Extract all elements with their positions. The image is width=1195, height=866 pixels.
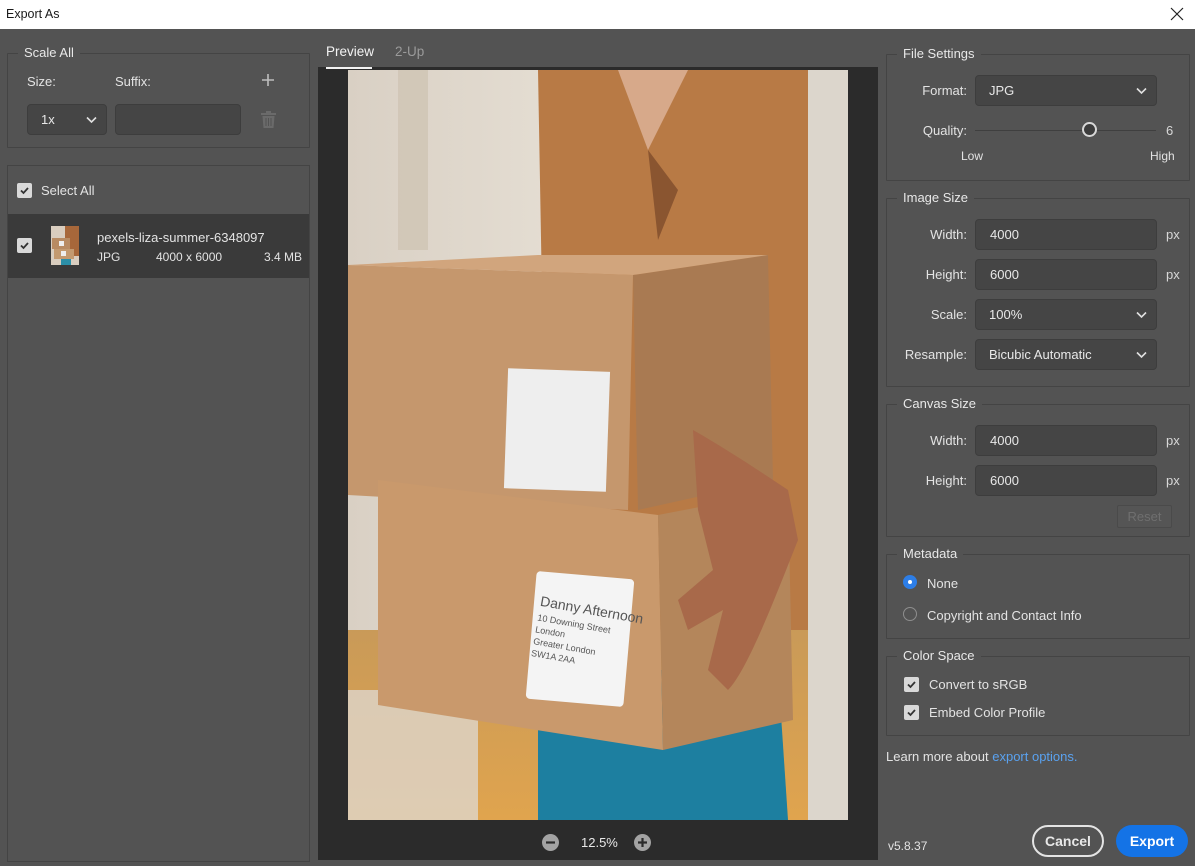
zoom-level: 12.5% — [581, 835, 618, 850]
close-icon — [1170, 7, 1184, 21]
learn-more-prefix: Learn more about — [886, 749, 993, 764]
image-height-value: 6000 — [990, 267, 1019, 282]
quality-slider-track[interactable] — [975, 130, 1156, 131]
canvas-height-label: Height: — [925, 473, 967, 488]
embed-profile-checkbox[interactable] — [904, 705, 919, 720]
suffix-label: Suffix: — [115, 74, 151, 89]
tab-preview[interactable]: Preview — [326, 44, 374, 59]
file-name: pexels-liza-summer-6348097 — [97, 230, 265, 245]
format-label: Format: — [922, 83, 967, 98]
learn-more-text: Learn more about export options. — [886, 749, 1078, 764]
file-settings-legend: File Settings — [897, 46, 981, 61]
checkmark-icon — [20, 187, 29, 195]
metadata-copyright-radio[interactable] — [903, 607, 917, 621]
delete-scale-button[interactable] — [261, 111, 276, 128]
minus-icon — [546, 841, 555, 844]
metadata-legend: Metadata — [897, 546, 964, 561]
scale-select-value: 100% — [989, 307, 1023, 322]
canvas-height-value: 6000 — [990, 473, 1019, 488]
size-select[interactable]: 1x — [27, 104, 107, 135]
file-format: JPG — [97, 250, 121, 264]
metadata-copyright-label[interactable]: Copyright and Contact Info — [927, 608, 1082, 623]
format-select[interactable]: JPG — [975, 75, 1157, 106]
quality-value: 6 — [1166, 123, 1174, 138]
resample-select-value: Bicubic Automatic — [989, 347, 1092, 362]
active-tab-indicator — [326, 67, 372, 69]
plus-icon — [262, 74, 274, 86]
version-label: v5.8.37 — [888, 839, 928, 853]
scale-all-legend: Scale All — [18, 45, 80, 60]
color-space-group: Color Space — [886, 648, 1190, 736]
zoom-out-button[interactable] — [542, 834, 559, 851]
title-bar: Export As — [0, 0, 1195, 29]
canvas-size-legend: Canvas Size — [897, 396, 982, 411]
select-all-checkbox[interactable] — [17, 183, 32, 198]
preview-area: Danny Afternoon 10 Downing Street London… — [318, 67, 878, 860]
image-width-value: 4000 — [990, 227, 1019, 242]
export-options-link[interactable]: export options. — [992, 749, 1077, 764]
preview-image: Danny Afternoon 10 Downing Street London… — [348, 70, 848, 820]
format-select-value: JPG — [989, 83, 1015, 98]
resample-select[interactable]: Bicubic Automatic — [975, 339, 1157, 370]
metadata-none-label[interactable]: None — [927, 576, 958, 591]
image-height-input[interactable]: 6000 — [975, 259, 1157, 290]
metadata-none-radio[interactable] — [903, 575, 917, 589]
chevron-down-icon — [1136, 87, 1147, 94]
trash-icon — [261, 111, 276, 128]
scale-label: Scale: — [930, 307, 967, 322]
quality-high-label: High — [1150, 149, 1175, 163]
canvas-width-value: 4000 — [990, 433, 1019, 448]
chevron-down-icon — [1136, 311, 1147, 318]
tab-2-up[interactable]: 2-Up — [395, 44, 424, 59]
plus-icon — [638, 838, 647, 847]
cancel-button[interactable]: Cancel — [1032, 825, 1104, 857]
export-button[interactable]: Export — [1116, 825, 1188, 857]
convert-srgb-checkbox[interactable] — [904, 677, 919, 692]
canvas-height-unit: px — [1166, 473, 1180, 488]
canvas-width-unit: px — [1166, 433, 1180, 448]
image-width-unit: px — [1166, 227, 1180, 242]
image-height-unit: px — [1166, 267, 1180, 282]
zoom-bar: 12.5% — [318, 827, 878, 860]
chevron-down-icon — [86, 116, 97, 123]
image-width-input[interactable]: 4000 — [975, 219, 1157, 250]
size-select-value: 1x — [41, 112, 55, 127]
close-button[interactable] — [1167, 4, 1187, 24]
canvas-height-input[interactable]: 6000 — [975, 465, 1157, 496]
resample-label: Resample: — [904, 347, 967, 362]
file-checkbox[interactable] — [17, 238, 32, 253]
file-list-panel: Select All pexels-liza-summer-6348097 JP… — [7, 165, 310, 862]
color-space-legend: Color Space — [897, 648, 981, 663]
embed-profile-label[interactable]: Embed Color Profile — [929, 705, 1045, 720]
quality-label: Quality: — [922, 123, 967, 138]
scale-select[interactable]: 100% — [975, 299, 1157, 330]
size-label: Size: — [27, 74, 56, 89]
quality-low-label: Low — [961, 149, 984, 163]
file-settings-group: File Settings — [886, 46, 1190, 181]
canvas-width-label: Width: — [930, 433, 967, 448]
file-thumbnail — [51, 226, 79, 265]
checkmark-icon — [907, 681, 916, 689]
canvas-width-input[interactable]: 4000 — [975, 425, 1157, 456]
select-all-label: Select All — [41, 183, 95, 198]
image-width-label: Width: — [930, 227, 967, 242]
image-height-label: Height: — [925, 267, 967, 282]
checkmark-icon — [20, 242, 29, 250]
convert-srgb-label[interactable]: Convert to sRGB — [929, 677, 1027, 692]
add-scale-button[interactable] — [261, 73, 275, 87]
image-size-legend: Image Size — [897, 190, 975, 205]
window-title: Export As — [6, 7, 60, 21]
suffix-input[interactable] — [115, 104, 241, 135]
chevron-down-icon — [1136, 351, 1147, 358]
zoom-in-button[interactable] — [634, 834, 651, 851]
file-list-item[interactable]: pexels-liza-summer-6348097 JPG 4000 x 60… — [8, 214, 309, 278]
checkmark-icon — [907, 709, 916, 717]
file-size: 3.4 MB — [264, 250, 303, 264]
file-dimensions: 4000 x 6000 — [156, 250, 223, 264]
quality-slider-knob[interactable] — [1081, 122, 1097, 137]
metadata-group: Metadata — [886, 546, 1190, 639]
reset-button[interactable]: Reset — [1117, 505, 1172, 528]
